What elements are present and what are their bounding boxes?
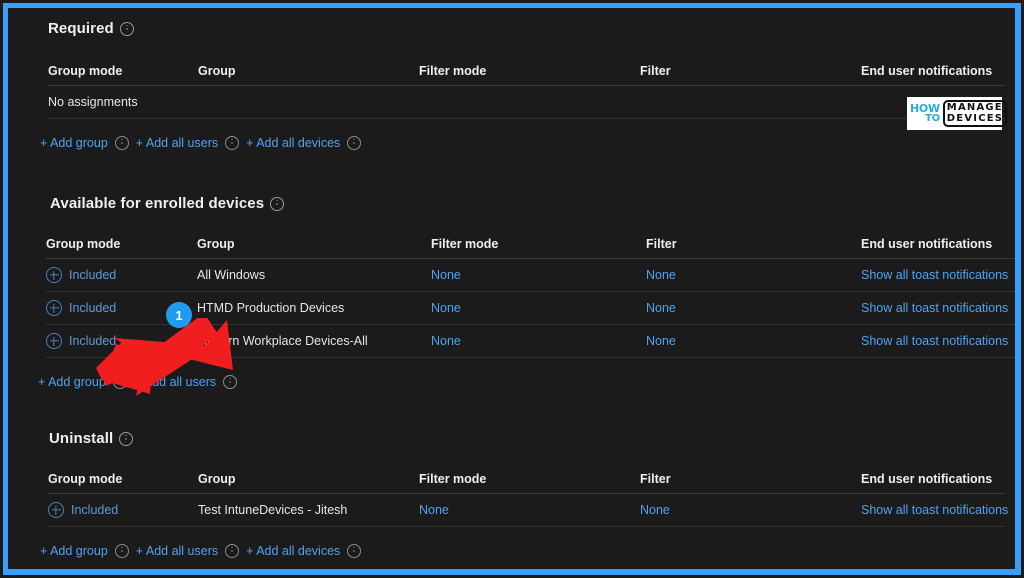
assignments-panel: Required Group mode Group Filter mode Fi… xyxy=(8,8,1015,569)
assignments-table-uninstall: Group mode Group Filter mode Filter End … xyxy=(8,465,1015,527)
info-icon[interactable] xyxy=(225,544,240,558)
group-mode-label: Included xyxy=(69,268,117,282)
table-header-row: Group mode Group Filter mode Filter End … xyxy=(46,230,1015,259)
table-header-row: Group mode Group Filter mode Filter End … xyxy=(48,465,1005,494)
add-all-users-link[interactable]: + Add all users xyxy=(136,136,218,150)
watermark-logo: HOW TO MANAGE DEVICES xyxy=(907,97,1008,130)
filter-cell[interactable]: None xyxy=(640,503,670,517)
column-header-filter: Filter xyxy=(640,64,671,78)
filter-mode-cell[interactable]: None xyxy=(431,268,461,282)
column-header-group: Group xyxy=(197,237,235,251)
callout-badge-1: 1 xyxy=(166,302,192,328)
group-mode-label: Included xyxy=(71,503,119,517)
group-mode-cell: Included xyxy=(48,502,118,518)
table-row-empty: No assignments xyxy=(48,86,1005,119)
filter-cell[interactable]: None xyxy=(646,334,676,348)
section-title-text: Required xyxy=(48,20,114,37)
assignments-table-available: Group mode Group Filter mode Filter End … xyxy=(8,230,1015,358)
section-available-for-enrolled-devices: Available for enrolled devices Group mod… xyxy=(8,195,1015,394)
column-header-end-user-notifications: End user notifications xyxy=(861,472,993,486)
info-icon[interactable] xyxy=(112,375,127,389)
section-required: Required Group mode Group Filter mode Fi… xyxy=(8,20,1015,155)
blue-highlight-border: Required Group mode Group Filter mode Fi… xyxy=(3,3,1021,575)
add-all-users-link[interactable]: + Add all users xyxy=(136,544,218,558)
group-mode-label: Included xyxy=(69,301,117,315)
table-row[interactable]: Included Test IntuneDevices - Jitesh Non… xyxy=(48,494,1008,527)
assignments-table-required: Group mode Group Filter mode Filter End … xyxy=(8,57,1015,119)
column-header-filter-mode: Filter mode xyxy=(419,472,487,486)
add-group-link[interactable]: + Add group xyxy=(40,544,108,558)
column-header-filter: Filter xyxy=(640,472,671,486)
info-icon[interactable] xyxy=(347,544,362,558)
end-user-notifications-cell[interactable]: Show all toast notifications xyxy=(861,301,1008,315)
filter-cell[interactable]: None xyxy=(646,268,676,282)
column-header-end-user-notifications: End user notifications xyxy=(861,237,993,251)
info-icon[interactable] xyxy=(114,136,129,150)
info-icon[interactable] xyxy=(347,136,362,150)
group-cell: All Windows xyxy=(197,268,266,282)
column-header-group: Group xyxy=(198,472,236,486)
info-icon[interactable] xyxy=(270,196,285,211)
watermark-howto: HOW TO xyxy=(910,103,940,124)
section-title-available: Available for enrolled devices xyxy=(50,195,1015,212)
info-icon[interactable] xyxy=(119,21,134,36)
screenshot-frame: Required Group mode Group Filter mode Fi… xyxy=(0,0,1024,578)
group-mode-label: Included xyxy=(69,334,117,348)
actions-uninstall: + Add group + Add all users + Add all de… xyxy=(40,539,1015,563)
group-cell: Modern Workplace Devices-All xyxy=(197,334,368,348)
included-plus-icon xyxy=(46,333,62,349)
add-all-devices-link[interactable]: + Add all devices xyxy=(246,136,340,150)
included-plus-icon xyxy=(48,502,64,518)
watermark-to-text: TO xyxy=(925,113,940,124)
section-title-text: Available for enrolled devices xyxy=(50,195,265,212)
group-mode-cell: Included xyxy=(46,333,116,349)
table-row[interactable]: Included HTMD Production Devices None No… xyxy=(46,292,1015,325)
column-header-group: Group xyxy=(198,64,236,78)
add-all-users-link[interactable]: + Add all users xyxy=(134,375,216,389)
column-header-filter-mode: Filter mode xyxy=(419,64,487,78)
no-assignments-text: No assignments xyxy=(48,95,138,109)
end-user-notifications-cell[interactable]: Show all toast notifications xyxy=(861,334,1008,348)
table-header-row: Group mode Group Filter mode Filter End … xyxy=(48,57,1005,86)
group-mode-cell: Included xyxy=(46,300,116,316)
filter-cell[interactable]: None xyxy=(646,301,676,315)
add-group-link[interactable]: + Add group xyxy=(38,375,106,389)
column-header-group-mode: Group mode xyxy=(48,472,123,486)
table-row[interactable]: Included All Windows None None Show all … xyxy=(46,259,1015,292)
end-user-notifications-cell[interactable]: Show all toast notifications xyxy=(861,503,1008,517)
actions-available: + Add group + Add all users xyxy=(38,370,1015,394)
info-icon[interactable] xyxy=(114,544,129,558)
filter-mode-cell[interactable]: None xyxy=(431,334,461,348)
section-title-uninstall: Uninstall xyxy=(49,430,1015,447)
info-icon[interactable] xyxy=(225,136,240,150)
end-user-notifications-cell[interactable]: Show all toast notifications xyxy=(861,268,1008,282)
filter-mode-cell[interactable]: None xyxy=(419,503,449,517)
info-icon[interactable] xyxy=(223,375,238,389)
section-title-text: Uninstall xyxy=(49,430,114,447)
included-plus-icon xyxy=(46,300,62,316)
included-plus-icon xyxy=(46,267,62,283)
column-header-end-user-notifications: End user notifications xyxy=(861,64,993,78)
group-cell: Test IntuneDevices - Jitesh xyxy=(198,503,348,517)
section-title-required: Required xyxy=(48,20,1015,37)
watermark-devices-text: DEVICES xyxy=(946,112,1004,124)
group-mode-cell: Included xyxy=(46,267,116,283)
group-cell: HTMD Production Devices xyxy=(197,301,345,315)
watermark-manage-text: MANAGE xyxy=(946,102,1003,113)
section-uninstall: Uninstall Group mode Group Filter mode F… xyxy=(8,430,1015,563)
add-group-link[interactable]: + Add group xyxy=(40,136,108,150)
table-row[interactable]: Included Modern Workplace Devices-All No… xyxy=(46,325,1015,358)
watermark-manage-devices-box: MANAGE DEVICES xyxy=(942,100,1008,127)
column-header-group-mode: Group mode xyxy=(46,237,121,251)
column-header-filter: Filter xyxy=(646,237,677,251)
actions-required: + Add group + Add all users + Add all de… xyxy=(40,131,1015,155)
add-all-devices-link[interactable]: + Add all devices xyxy=(246,544,340,558)
column-header-filter-mode: Filter mode xyxy=(431,237,499,251)
info-icon[interactable] xyxy=(119,431,134,446)
filter-mode-cell[interactable]: None xyxy=(431,301,461,315)
column-header-group-mode: Group mode xyxy=(48,64,123,78)
